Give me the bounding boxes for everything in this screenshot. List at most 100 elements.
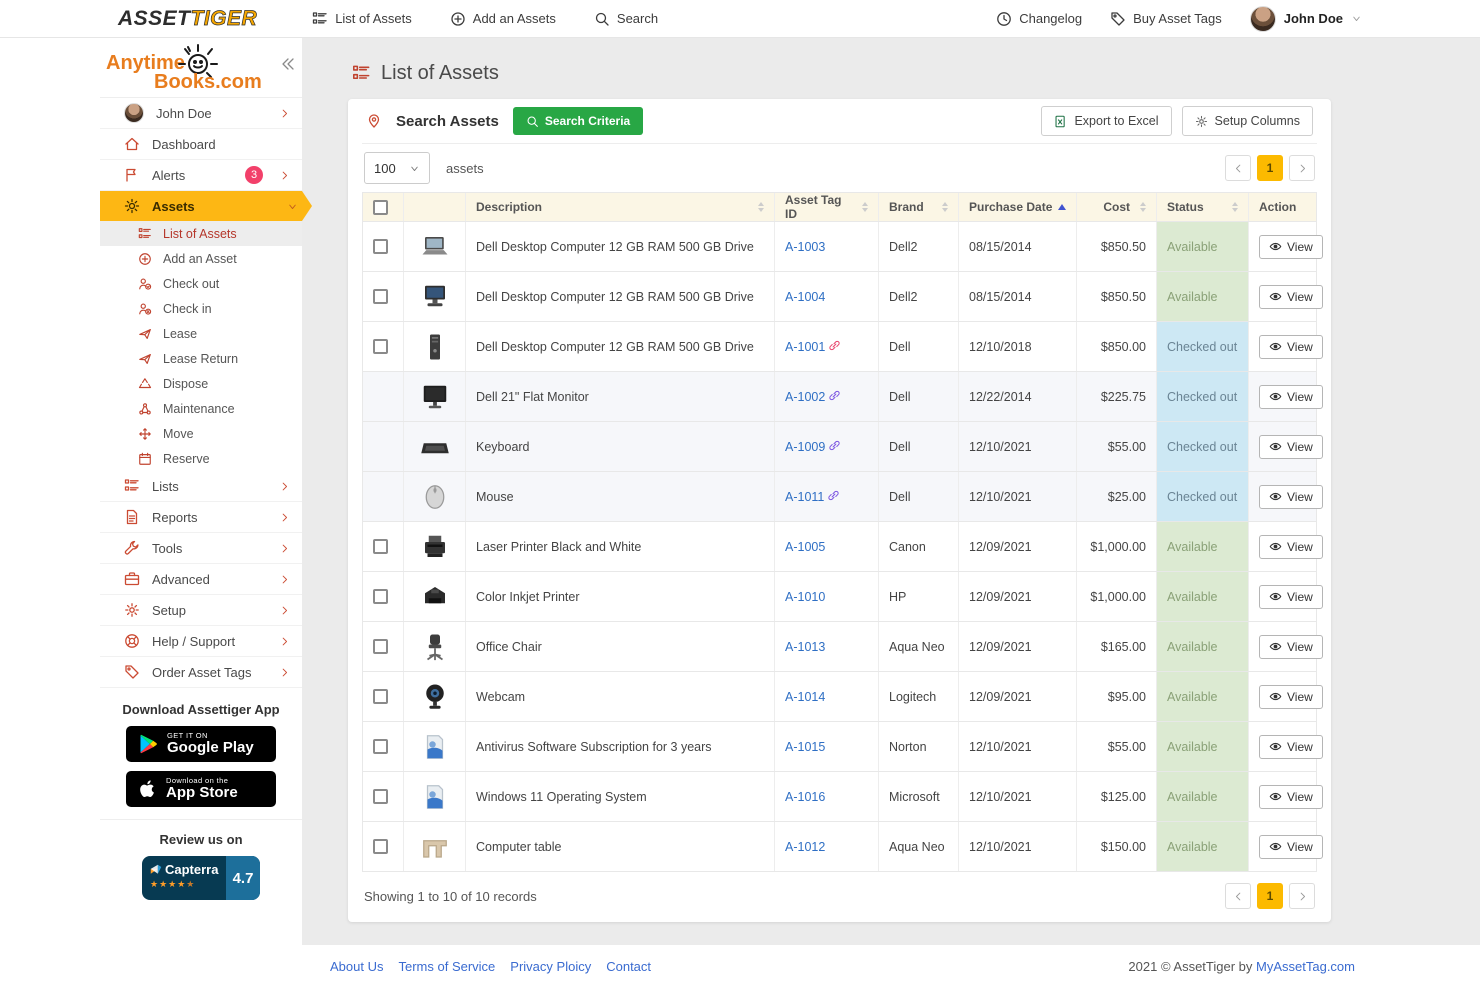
- asset-tag-link[interactable]: A-1016: [785, 790, 825, 804]
- row-checkbox[interactable]: [373, 689, 388, 704]
- sidebar-subitem-lease[interactable]: Lease: [100, 321, 302, 346]
- page-size-select[interactable]: 100: [364, 152, 430, 184]
- action-cell: View: [1248, 522, 1316, 571]
- sidebar-item-lists[interactable]: Lists: [100, 471, 302, 502]
- topnav-item-label: Add an Assets: [473, 11, 556, 26]
- footer-link-contact[interactable]: Contact: [606, 959, 651, 974]
- view-button[interactable]: View: [1259, 635, 1323, 659]
- google-play-badge[interactable]: GET IT ON Google Play: [126, 726, 276, 762]
- asset-tag-link[interactable]: A-1001: [785, 340, 825, 354]
- column-header-purchase-date[interactable]: Purchase Date: [958, 193, 1076, 221]
- asset-tag-link[interactable]: A-1002: [785, 390, 825, 404]
- column-header-asset-tag-id[interactable]: Asset Tag ID: [774, 193, 878, 221]
- view-button[interactable]: View: [1259, 735, 1323, 759]
- view-button[interactable]: View: [1259, 335, 1323, 359]
- collapse-sidebar-icon[interactable]: [280, 56, 296, 72]
- export-to-excel-label: Export to Excel: [1074, 114, 1158, 128]
- select-all-checkbox[interactable]: [373, 200, 388, 215]
- asset-tag-link[interactable]: A-1015: [785, 740, 825, 754]
- page-1-button[interactable]: 1: [1257, 155, 1283, 181]
- asset-tag-link[interactable]: A-1013: [785, 640, 825, 654]
- myassettag-link[interactable]: MyAssetTag.com: [1256, 959, 1355, 974]
- user-menu[interactable]: John Doe: [1250, 6, 1362, 32]
- row-checkbox[interactable]: [373, 589, 388, 604]
- asset-tag-link[interactable]: A-1010: [785, 590, 825, 604]
- chevron-down-icon: [1351, 13, 1362, 24]
- column-header-description[interactable]: Description: [465, 193, 774, 221]
- row-checkbox[interactable]: [373, 789, 388, 804]
- asset-tag-link[interactable]: A-1012: [785, 840, 825, 854]
- sidebar-subitem-add-an-asset[interactable]: Add an Asset: [100, 246, 302, 271]
- row-checkbox[interactable]: [373, 339, 388, 354]
- footer-link-terms-of-service[interactable]: Terms of Service: [398, 959, 495, 974]
- page-1-button[interactable]: 1: [1257, 883, 1283, 909]
- table-row: Dell 21" Flat MonitorA-1002Dell12/22/201…: [363, 372, 1316, 422]
- sidebar-subitem-list-of-assets[interactable]: List of Assets: [100, 221, 302, 246]
- assets-table: DescriptionAsset Tag IDBrandPurchase Dat…: [362, 192, 1317, 872]
- sidebar-subitem-check-out[interactable]: Check out: [100, 271, 302, 296]
- list-icon: [312, 11, 328, 27]
- asset-tag-link[interactable]: A-1004: [785, 290, 825, 304]
- next-page-button[interactable]: [1289, 155, 1315, 181]
- asset-tag-link[interactable]: A-1009: [785, 440, 825, 454]
- view-button[interactable]: View: [1259, 785, 1323, 809]
- sidebar-subitem-reserve[interactable]: Reserve: [100, 446, 302, 471]
- asset-tag-link[interactable]: A-1014: [785, 690, 825, 704]
- view-button[interactable]: View: [1259, 285, 1323, 309]
- topnav-search[interactable]: Search: [594, 11, 658, 27]
- sidebar-subitem-dispose[interactable]: Dispose: [100, 371, 302, 396]
- sidebar-subitem-move[interactable]: Move: [100, 421, 302, 446]
- sidebar-item-alerts[interactable]: Alerts3: [100, 160, 302, 191]
- column-header-status[interactable]: Status: [1156, 193, 1248, 221]
- buy-asset-tags-button[interactable]: Buy Asset Tags: [1110, 11, 1222, 27]
- brand-cell: Dell: [878, 372, 958, 421]
- footer-link-about-us[interactable]: About Us: [330, 959, 383, 974]
- view-button[interactable]: View: [1259, 235, 1323, 259]
- sidebar-subitem-lease-return[interactable]: Lease Return: [100, 346, 302, 371]
- sidebar-item-tools[interactable]: Tools: [100, 533, 302, 564]
- view-button[interactable]: View: [1259, 585, 1323, 609]
- export-to-excel-button[interactable]: Export to Excel: [1041, 106, 1171, 136]
- view-button[interactable]: View: [1259, 835, 1323, 859]
- asset-tag-link[interactable]: A-1003: [785, 240, 825, 254]
- search-criteria-button[interactable]: Search Criteria: [513, 107, 643, 135]
- changelog-button[interactable]: Changelog: [996, 11, 1082, 27]
- sidebar-item-john-doe[interactable]: John Doe: [100, 98, 302, 129]
- sidebar-item-reports[interactable]: Reports: [100, 502, 302, 533]
- app-store-badge[interactable]: Download on the App Store: [126, 771, 276, 807]
- view-button[interactable]: View: [1259, 435, 1323, 459]
- asset-tag-link[interactable]: A-1005: [785, 540, 825, 554]
- sidebar-item-advanced[interactable]: Advanced: [100, 564, 302, 595]
- sidebar-item-help-support[interactable]: Help / Support: [100, 626, 302, 657]
- capterra-badge[interactable]: Capterra ★★★★★ 4.7: [142, 856, 260, 900]
- next-page-button[interactable]: [1289, 883, 1315, 909]
- prev-page-button[interactable]: [1225, 155, 1251, 181]
- sidebar-item-assets[interactable]: Assets: [100, 191, 312, 221]
- row-checkbox[interactable]: [373, 639, 388, 654]
- view-button[interactable]: View: [1259, 385, 1323, 409]
- row-checkbox[interactable]: [373, 839, 388, 854]
- sidebar-item-dashboard[interactable]: Dashboard: [100, 129, 302, 160]
- prev-page-button[interactable]: [1225, 883, 1251, 909]
- sidebar-subitem-check-in[interactable]: Check in: [100, 296, 302, 321]
- view-button[interactable]: View: [1259, 485, 1323, 509]
- assettiger-logo[interactable]: ASSETTIGER: [118, 7, 257, 31]
- sidebar-item-order-asset-tags[interactable]: Order Asset Tags: [100, 657, 302, 688]
- row-checkbox[interactable]: [373, 239, 388, 254]
- topnav-list-of-assets[interactable]: List of Assets: [312, 11, 412, 27]
- column-header-brand[interactable]: Brand: [878, 193, 958, 221]
- image-cell: [403, 472, 465, 521]
- row-checkbox[interactable]: [373, 739, 388, 754]
- column-header-cost[interactable]: Cost: [1076, 193, 1156, 221]
- sidebar-item-setup[interactable]: Setup: [100, 595, 302, 626]
- setup-columns-button[interactable]: Setup Columns: [1182, 106, 1313, 136]
- footer-link-privacy-ploicy[interactable]: Privacy Ploicy: [510, 959, 591, 974]
- cost-cell: $55.00: [1076, 422, 1156, 471]
- row-checkbox[interactable]: [373, 539, 388, 554]
- asset-tag-link[interactable]: A-1011: [785, 490, 824, 504]
- topnav-add-an-assets[interactable]: Add an Assets: [450, 11, 556, 27]
- sidebar-subitem-maintenance[interactable]: Maintenance: [100, 396, 302, 421]
- view-button[interactable]: View: [1259, 685, 1323, 709]
- row-checkbox[interactable]: [373, 289, 388, 304]
- view-button[interactable]: View: [1259, 535, 1323, 559]
